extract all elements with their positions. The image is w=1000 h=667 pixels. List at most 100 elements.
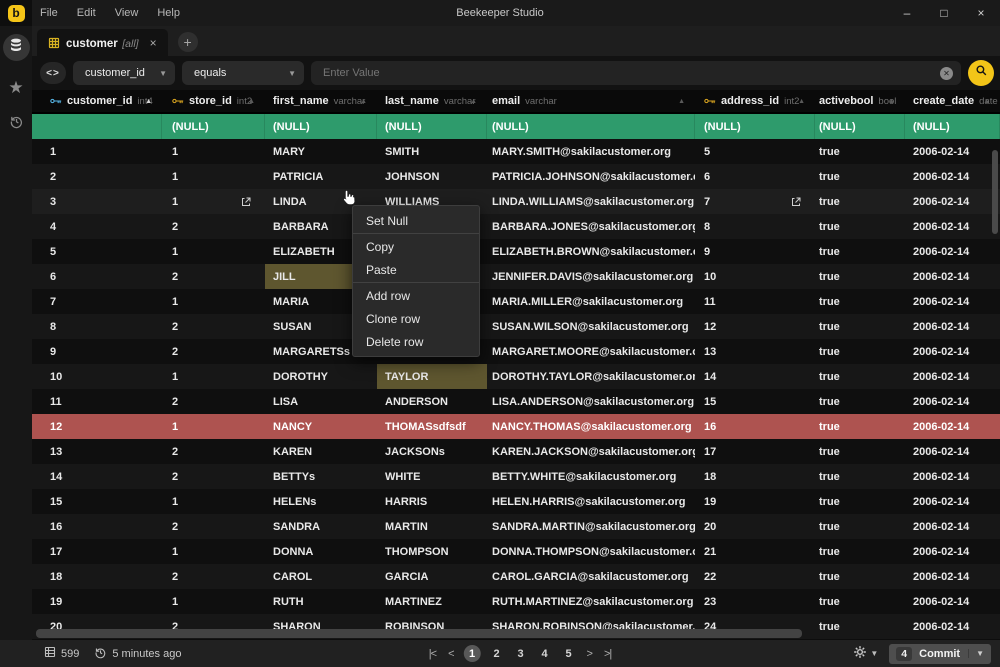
table-cell[interactable]: 2006-02-14 — [905, 264, 1000, 289]
table-cell[interactable]: 21 — [695, 539, 815, 564]
table-row[interactable]: 121NANCYTHOMASsdfsdfNANCY.THOMAS@sakilac… — [32, 414, 1000, 439]
table-row[interactable]: 51ELIZABETHBROWNELIZABETH.BROWN@sakilacu… — [32, 239, 1000, 264]
commit-button[interactable]: 4 Commit ▼ — [889, 644, 991, 664]
table-row[interactable]: 11MARYSMITHMARY.SMITH@sakilacustomer.org… — [32, 139, 1000, 164]
table-cell[interactable]: 19 — [32, 589, 162, 614]
table-cell[interactable]: BETTYs — [265, 464, 377, 489]
table-cell[interactable]: true — [815, 489, 905, 514]
table-cell[interactable]: 2006-02-14 — [905, 539, 1000, 564]
table-cell[interactable]: 3 — [32, 189, 162, 214]
table-cell[interactable]: HELEN.HARRIS@sakilacustomer.org — [487, 489, 695, 514]
table-cell[interactable]: 2006-02-14 — [905, 464, 1000, 489]
table-cell[interactable]: true — [815, 414, 905, 439]
filter-value-input[interactable]: Enter Value ✕ — [311, 61, 961, 85]
table-cell[interactable]: DOROTHY — [265, 364, 377, 389]
table-cell[interactable]: ANDERSON — [377, 389, 487, 414]
table-cell[interactable]: 2006-02-14 — [905, 489, 1000, 514]
table-cell[interactable]: 14 — [32, 464, 162, 489]
table-row[interactable]: 112LISAANDERSONLISA.ANDERSON@sakilacusto… — [32, 389, 1000, 414]
table-cell[interactable]: 2006-02-14 — [905, 314, 1000, 339]
table-cell[interactable]: true — [815, 564, 905, 589]
table-cell[interactable]: 7 — [32, 289, 162, 314]
table-cell[interactable]: 11 — [695, 289, 815, 314]
table-cell[interactable]: NANCY — [265, 414, 377, 439]
table-cell[interactable]: 17 — [695, 439, 815, 464]
context-menu-item-copy[interactable]: Copy — [353, 235, 479, 258]
menu-view[interactable]: View — [115, 7, 139, 19]
table-cell[interactable]: MARIA.MILLER@sakilacustomer.org — [487, 289, 695, 314]
table-cell[interactable]: RUTH.MARTINEZ@sakilacustomer.org — [487, 589, 695, 614]
table-cell[interactable]: true — [815, 614, 905, 639]
context-menu-item-set-null[interactable]: Set Null — [353, 209, 479, 232]
table-cell[interactable]: 2006-02-14 — [905, 414, 1000, 439]
table-cell[interactable]: MARGARET.MOORE@sakilacustomer.org — [487, 339, 695, 364]
table-row[interactable]: 162SANDRAMARTINSANDRA.MARTIN@sakilacusto… — [32, 514, 1000, 539]
table-cell[interactable]: 15 — [695, 389, 815, 414]
table-cell[interactable]: CAROL — [265, 564, 377, 589]
table-cell[interactable]: SUSAN.WILSON@sakilacustomer.org — [487, 314, 695, 339]
table-cell[interactable]: ELIZABETH.BROWN@sakilacustomer.org — [487, 239, 695, 264]
table-cell[interactable]: 5 — [32, 239, 162, 264]
page-button-4[interactable]: 4 — [537, 648, 553, 660]
vertical-scrollbar[interactable] — [992, 150, 998, 234]
table-cell[interactable]: true — [815, 264, 905, 289]
table-cell[interactable]: 2006-02-14 — [905, 289, 1000, 314]
table-cell[interactable]: true — [815, 439, 905, 464]
context-menu-item-clone-row[interactable]: Clone row — [353, 307, 479, 330]
context-menu-item-paste[interactable]: Paste — [353, 258, 479, 281]
table-cell[interactable]: true — [815, 389, 905, 414]
table-cell[interactable]: 12 — [32, 414, 162, 439]
menu-file[interactable]: File — [40, 7, 58, 19]
table-cell[interactable]: 15 — [32, 489, 162, 514]
table-cell[interactable]: JACKSONs — [377, 439, 487, 464]
sort-arrow-icon[interactable]: ▲ — [145, 98, 152, 105]
table-cell[interactable]: 1 — [162, 189, 265, 214]
last-refresh[interactable]: 5 minutes ago — [94, 646, 181, 662]
table-cell[interactable]: NANCY.THOMAS@sakilacustomer.org — [487, 414, 695, 439]
table-cell[interactable]: 2006-02-14 — [905, 514, 1000, 539]
sql-toggle-button[interactable]: <> — [40, 62, 66, 84]
table-cell[interactable]: (NULL) — [162, 114, 265, 139]
table-cell[interactable]: true — [815, 314, 905, 339]
table-row[interactable]: 31LINDAWILLIAMSLINDA.WILLIAMS@sakilacust… — [32, 189, 1000, 214]
table-cell[interactable]: 2006-02-14 — [905, 564, 1000, 589]
table-cell[interactable]: (NULL) — [487, 114, 695, 139]
table-cell[interactable]: 2006-02-14 — [905, 214, 1000, 239]
column-header-last_name[interactable]: last_namevarchar▲ — [377, 90, 487, 112]
table-row[interactable]: 151HELENsHARRISHELEN.HARRIS@sakilacustom… — [32, 489, 1000, 514]
table-cell[interactable]: true — [815, 464, 905, 489]
menu-edit[interactable]: Edit — [77, 7, 96, 19]
table-cell[interactable]: 2 — [162, 464, 265, 489]
table-cell[interactable]: 16 — [695, 414, 815, 439]
sort-arrow-icon[interactable]: ▲ — [248, 98, 255, 105]
open-foreign-key-icon[interactable] — [240, 196, 252, 208]
table-cell[interactable]: 1 — [162, 489, 265, 514]
table-cell[interactable]: 7 — [695, 189, 815, 214]
sort-arrow-icon[interactable]: ▲ — [983, 98, 990, 105]
table-cell[interactable]: (NULL) — [377, 114, 487, 139]
table-cell[interactable]: 1 — [162, 364, 265, 389]
sort-arrow-icon[interactable]: ▲ — [678, 98, 685, 105]
table-row[interactable]: 142BETTYsWHITEBETTY.WHITE@sakilacustomer… — [32, 464, 1000, 489]
table-settings-button[interactable]: ▼ — [853, 645, 878, 662]
table-cell[interactable]: 4 — [32, 214, 162, 239]
table-cell[interactable]: 23 — [695, 589, 815, 614]
page-button-1[interactable]: 1 — [464, 645, 481, 662]
column-header-first_name[interactable]: first_namevarchar▲ — [265, 90, 377, 112]
table-cell[interactable]: THOMASsdfsdf — [377, 414, 487, 439]
sidebar-item-favorites[interactable]: ★ — [8, 79, 23, 96]
table-cell[interactable]: true — [815, 514, 905, 539]
table-cell[interactable]: SANDRA — [265, 514, 377, 539]
filter-field-select[interactable]: customer_id▼ — [73, 61, 175, 85]
table-cell[interactable]: 2006-02-14 — [905, 364, 1000, 389]
column-header-email[interactable]: emailvarchar▲ — [487, 90, 695, 112]
first-page-button[interactable]: |< — [427, 648, 438, 660]
table-cell[interactable]: LINDA.WILLIAMS@sakilacustomer.org — [487, 189, 695, 214]
table-row[interactable]: 191RUTHMARTINEZRUTH.MARTINEZ@sakilacusto… — [32, 589, 1000, 614]
next-page-button[interactable]: > — [585, 648, 594, 660]
sort-arrow-icon[interactable]: ▲ — [798, 98, 805, 105]
table-cell[interactable]: 10 — [695, 264, 815, 289]
table-cell[interactable]: MARTINEZ — [377, 589, 487, 614]
table-cell[interactable]: 2006-02-14 — [905, 614, 1000, 639]
table-cell[interactable]: 16 — [32, 514, 162, 539]
